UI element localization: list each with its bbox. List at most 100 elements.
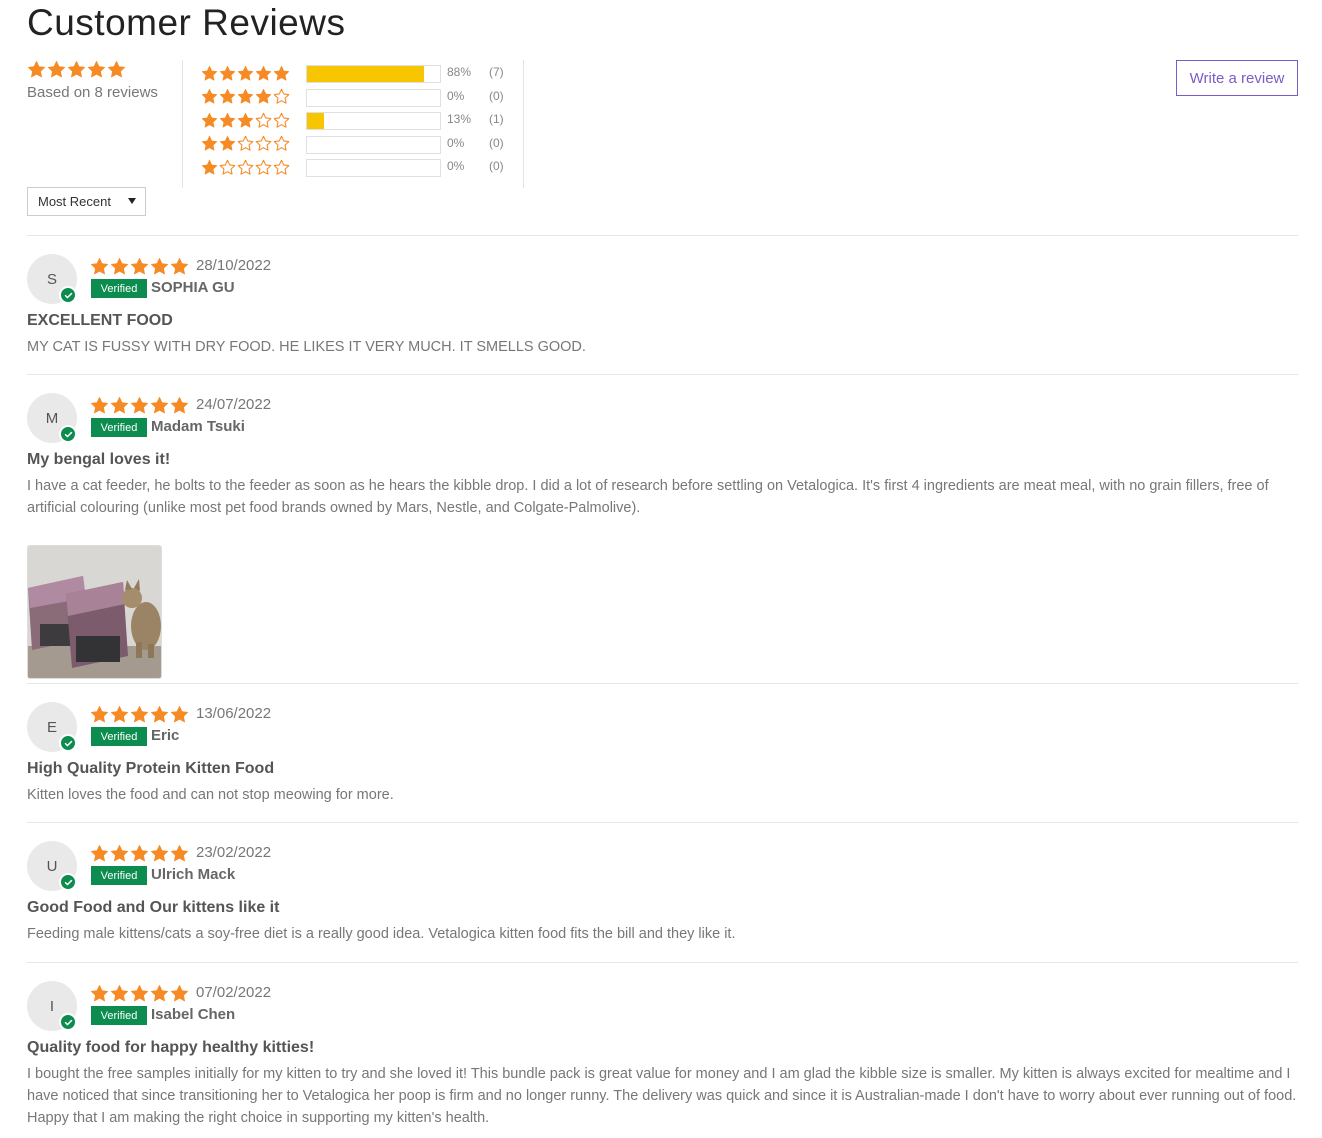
histogram-row-5-star[interactable]: 88% (7): [201, 62, 504, 84]
histogram-bar-fill: [307, 113, 325, 129]
review-author: Madam Tsuki: [151, 418, 245, 435]
star-filled-icon: [201, 65, 218, 82]
star-filled-icon: [90, 257, 109, 276]
write-review-button[interactable]: Write a review: [1176, 60, 1298, 96]
avatar-initial: S: [46, 270, 57, 288]
verified-check-icon: [59, 425, 77, 443]
histogram-stars: [201, 88, 301, 105]
star-filled-icon: [170, 984, 189, 1003]
histogram-bar: [306, 88, 441, 107]
star-filled-icon: [255, 65, 272, 82]
star-filled-icon: [201, 112, 218, 129]
avatar-initial: U: [46, 857, 58, 875]
histogram-row-1-star[interactable]: 0% (0): [201, 156, 504, 178]
verified-badge: Verified: [91, 1006, 147, 1025]
review-title: Good Food and Our kittens like it: [27, 899, 280, 916]
star-filled-icon: [150, 396, 169, 415]
histogram-percent: 0%: [447, 135, 465, 150]
histogram-divider: [523, 60, 524, 188]
review-rating-stars: [90, 257, 189, 276]
summary-divider: [182, 60, 183, 188]
histogram-row-4-star[interactable]: 0% (0): [201, 86, 504, 108]
histogram-row-2-star[interactable]: 0% (0): [201, 133, 504, 155]
review-separator: [27, 374, 1298, 375]
histogram-percent: 13%: [447, 112, 472, 126]
average-rating-stars: [27, 60, 126, 79]
verified-badge: Verified: [91, 727, 147, 746]
star-filled-icon: [110, 705, 129, 724]
review-separator: [27, 235, 1298, 236]
verified-badge: Verified: [91, 279, 147, 298]
star-empty-icon: [237, 135, 254, 152]
star-filled-icon: [150, 984, 169, 1003]
star-empty-icon: [219, 159, 236, 176]
star-filled-icon: [90, 705, 109, 724]
review-date: 13/06/2022: [196, 705, 272, 722]
star-filled-icon: [110, 844, 129, 863]
review-separator: [27, 962, 1298, 963]
star-filled-icon: [219, 135, 236, 152]
verified-badge: Verified: [91, 866, 147, 885]
histogram-bar-fill: [307, 66, 425, 82]
sort-dropdown[interactable]: Most Recent: [27, 187, 146, 216]
star-filled-icon: [107, 60, 126, 79]
review-rating-stars: [90, 396, 189, 415]
star-empty-icon: [255, 135, 272, 152]
histogram-stars: [201, 112, 301, 129]
sort-selected-value: Most Recent: [38, 194, 111, 209]
star-filled-icon: [170, 844, 189, 863]
star-filled-icon: [170, 396, 189, 415]
verified-badge: Verified: [91, 418, 147, 437]
star-filled-icon: [219, 88, 236, 105]
star-filled-icon: [201, 159, 218, 176]
avatar-initial: I: [49, 997, 55, 1015]
review-date: 24/07/2022: [196, 396, 272, 413]
star-filled-icon: [130, 844, 149, 863]
star-filled-icon: [90, 984, 109, 1003]
histogram-bar: [306, 159, 441, 177]
star-filled-icon: [237, 112, 254, 129]
histogram-percent: 0%: [447, 159, 465, 173]
review-separator: [27, 683, 1298, 684]
review-body: Feeding male kittens/cats a soy-free die…: [27, 926, 736, 942]
star-filled-icon: [219, 65, 236, 82]
review-count-text: Based on 8 reviews: [27, 84, 158, 101]
page-title: Customer Reviews: [27, 2, 346, 43]
star-filled-icon: [110, 984, 129, 1003]
histogram-stars: [201, 159, 301, 176]
histogram-count: (0): [489, 159, 504, 173]
star-empty-icon: [273, 88, 290, 105]
histogram-count: (1): [489, 112, 504, 126]
star-filled-icon: [150, 705, 169, 724]
histogram-count: (0): [489, 135, 504, 150]
histogram-count: (7): [489, 65, 504, 79]
verified-check-icon: [59, 873, 77, 891]
histogram-bar: [306, 65, 441, 83]
star-filled-icon: [110, 257, 129, 276]
star-filled-icon: [201, 88, 218, 105]
star-filled-icon: [90, 396, 109, 415]
star-empty-icon: [273, 135, 290, 152]
star-filled-icon: [150, 257, 169, 276]
star-filled-icon: [219, 112, 236, 129]
star-filled-icon: [201, 135, 218, 152]
histogram-percent: 0%: [447, 88, 465, 103]
review-author: Ulrich Mack: [151, 866, 236, 883]
review-title: Quality food for happy healthy kitties!: [27, 1039, 315, 1056]
star-empty-icon: [273, 159, 290, 176]
review-body: MY CAT IS FUSSY WITH DRY FOOD. HE LIKES …: [27, 339, 586, 355]
review-rating-stars: [90, 705, 189, 724]
star-filled-icon: [67, 60, 86, 79]
star-filled-icon: [87, 60, 106, 79]
histogram-count: (0): [489, 88, 504, 103]
histogram-row-3-star[interactable]: 13% (1): [201, 109, 504, 131]
verified-check-icon: [59, 734, 77, 752]
review-author: Eric: [151, 727, 180, 744]
star-filled-icon: [170, 257, 189, 276]
verified-check-icon: [59, 286, 77, 304]
review-date: 28/10/2022: [196, 257, 272, 274]
review-photo[interactable]: [27, 545, 162, 679]
star-filled-icon: [27, 60, 46, 79]
review-date: 07/02/2022: [196, 984, 272, 1001]
review-rating-stars: [90, 844, 189, 863]
